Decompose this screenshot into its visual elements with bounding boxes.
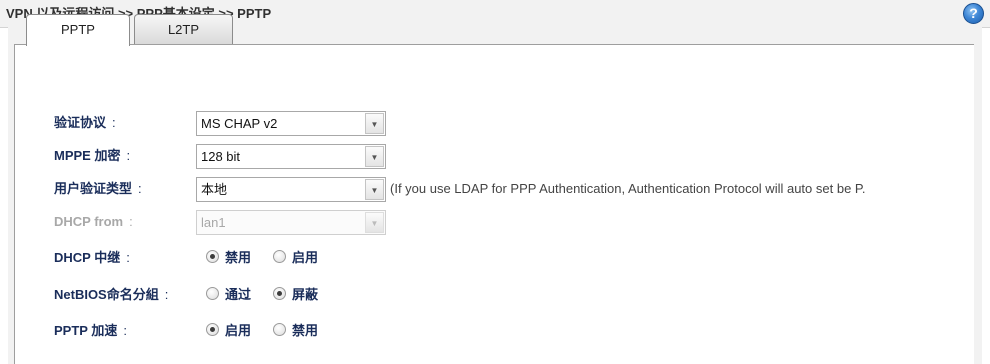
dhcp-relay-row: DHCP 中继: 禁用 启用 [0,243,990,273]
netbios-pass-label: 通过 [225,287,252,302]
netbios-row: NetBIOS命名分組: 通过 屏蔽 [0,280,990,310]
pptp-accel-disable-radio[interactable] [273,323,286,336]
pptp-accel-row: PPTP 加速: 启用 禁用 [0,316,990,346]
dhcp-relay-disable-radio[interactable] [206,250,219,263]
dhcp-relay-disable-label: 禁用 [225,250,252,265]
mppe-row: MPPE 加密: 128 bit ▼ [0,141,990,171]
pptp-accel-disable-label: 禁用 [292,323,319,338]
chevron-down-icon: ▼ [365,146,384,167]
dhcp-from-row: DHCP from: lan1 ▼ [0,207,990,237]
netbios-pass-radio[interactable] [206,287,219,300]
user-auth-type-label: 用户验证类型: [54,181,142,196]
dhcp-from-label: DHCP from: [54,214,133,229]
auth-protocol-label: 验证协议: [54,115,116,130]
mppe-value: 128 bit [201,149,241,164]
mppe-label: MPPE 加密: [54,148,131,163]
tab-pptp[interactable]: PPTP [26,14,130,46]
auth-protocol-row: 验证协议: MS CHAP v2 ▼ [0,108,990,138]
chevron-down-icon: ▼ [365,212,384,233]
user-auth-type-value: 本地 [201,182,228,197]
auth-protocol-select[interactable]: MS CHAP v2 ▼ [196,111,386,136]
dhcp-from-value: lan1 [201,215,226,230]
mppe-select[interactable]: 128 bit ▼ [196,144,386,169]
user-auth-type-select[interactable]: 本地 ▼ [196,177,386,202]
dhcp-relay-enable-label: 启用 [292,250,319,265]
chevron-down-icon: ▼ [365,179,384,200]
auth-protocol-value: MS CHAP v2 [201,116,278,131]
help-icon[interactable]: ? [963,3,984,24]
ldap-hint: (If you use LDAP for PPP Authentication,… [390,181,866,196]
dhcp-relay-label: DHCP 中继: [54,250,130,265]
pptp-accel-enable-label: 启用 [225,323,252,338]
user-auth-type-row: 用户验证类型: 本地 ▼ (If you use LDAP for PPP Au… [0,174,990,204]
dhcp-relay-enable-radio[interactable] [273,250,286,263]
dhcp-from-select: lan1 ▼ [196,210,386,235]
netbios-label: NetBIOS命名分組: [54,287,169,302]
pptp-accel-enable-radio[interactable] [206,323,219,336]
netbios-block-label: 屏蔽 [292,287,319,302]
chevron-down-icon: ▼ [365,113,384,134]
netbios-block-radio[interactable] [273,287,286,300]
tab-l2tp[interactable]: L2TP [134,14,233,45]
pptp-accel-label: PPTP 加速: [54,323,127,338]
